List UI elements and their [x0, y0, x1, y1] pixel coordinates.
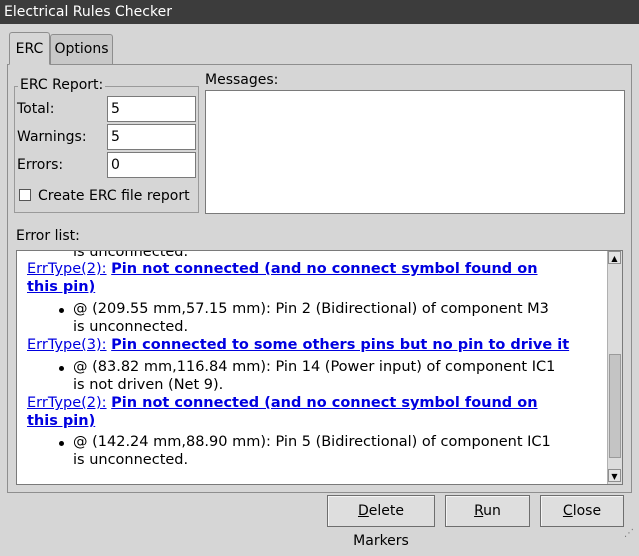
error-desc-3[interactable]: Pin not connected (and no connect symbol… [111, 395, 537, 411]
delete-markers-mnemonic: D [358, 503, 369, 519]
create-erc-file-label[interactable]: Create ERC file report [38, 186, 190, 206]
scrollbar-thumb[interactable] [609, 354, 621, 458]
error-type-link-3[interactable]: ErrType(2): [27, 395, 107, 411]
error-desc-1[interactable]: Pin not connected (and no connect symbol… [111, 261, 537, 277]
error-type-link-2[interactable]: ErrType(3): [27, 337, 107, 353]
warnings-label: Warnings: [17, 129, 87, 145]
error-detail-2-line1: @ (83.82 mm,116.84 mm): Pin 14 (Power in… [73, 359, 556, 375]
bullet-icon [59, 441, 64, 446]
total-field[interactable]: 5 [107, 96, 196, 122]
errors-label: Errors: [17, 157, 64, 173]
up-arrow-icon[interactable]: ▲ [608, 251, 621, 264]
error-desc-3-cont[interactable]: this pin) [27, 412, 95, 430]
error-detail-3-line2: is unconnected. [73, 452, 189, 468]
error-entry-3-header: ErrType(2): Pin not connected (and no co… [27, 394, 538, 412]
bullet-icon [59, 308, 64, 313]
window-title: Electrical Rules Checker [4, 4, 172, 20]
run-mnemonic: R [474, 503, 484, 519]
create-erc-file-checkbox[interactable] [19, 189, 31, 201]
error-desc-1-cont[interactable]: this pin) [27, 278, 95, 296]
down-arrow-icon[interactable]: ▼ [608, 469, 621, 482]
close-label: lose [572, 503, 602, 519]
close-button[interactable]: Close [540, 495, 624, 527]
bullet-icon [59, 366, 64, 371]
error-detail-1-line2: is unconnected. [73, 319, 189, 335]
errors-value: 0 [111, 157, 120, 173]
error-desc-2[interactable]: Pin connected to some others pins but no… [111, 337, 569, 353]
error-type-link-1[interactable]: ErrType(2): [27, 261, 107, 277]
messages-textbox[interactable] [205, 90, 625, 214]
resize-grip-icon[interactable]: ⋰ [624, 528, 636, 540]
warnings-value: 5 [111, 129, 120, 145]
window-title-bar[interactable]: Electrical Rules Checker [0, 0, 639, 24]
error-detail-2-line2: is not driven (Net 9). [73, 377, 224, 393]
error-entry-2-header: ErrType(3): Pin connected to some others… [27, 336, 569, 354]
total-value: 5 [111, 101, 120, 117]
total-label: Total: [17, 101, 55, 117]
error-detail-3-line1: @ (142.24 mm,88.90 mm): Pin 5 (Bidirecti… [73, 434, 551, 450]
messages-label: Messages: [205, 72, 279, 88]
tab-erc-label: ERC [15, 41, 44, 57]
delete-markers-button[interactable]: Delete Markers [327, 495, 435, 549]
tab-options[interactable]: Options [50, 34, 113, 64]
run-label: un [483, 503, 501, 519]
close-mnemonic: C [562, 503, 573, 519]
tab-erc[interactable]: ERC [9, 32, 50, 65]
error-entry-1-header: ErrType(2): Pin not connected (and no co… [27, 260, 538, 278]
error-list[interactable]: is unconnected. ErrType(2): Pin not conn… [16, 250, 623, 485]
tab-options-label: Options [54, 41, 109, 57]
error-list-label: Error list: [16, 228, 80, 244]
error-detail-1-line1: @ (209.55 mm,57.15 mm): Pin 2 (Bidirecti… [73, 301, 549, 317]
erc-report-legend: ERC Report: [18, 77, 106, 93]
run-button[interactable]: Run [445, 495, 530, 527]
warnings-field[interactable]: 5 [107, 124, 196, 150]
error-list-scrollbar[interactable]: ▲ ▼ [607, 251, 622, 484]
errors-field[interactable]: 0 [107, 152, 196, 178]
